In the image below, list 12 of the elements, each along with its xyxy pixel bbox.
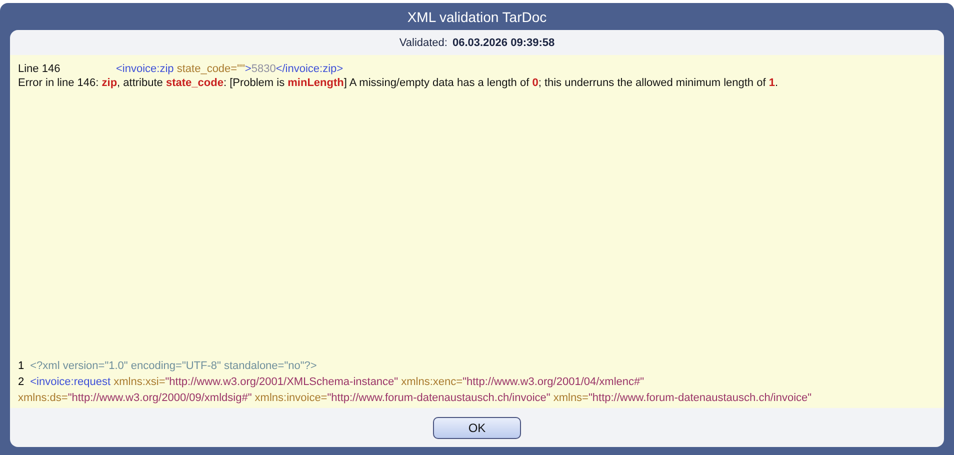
- validated-timestamp: 06.03.2026 09:39:58: [452, 36, 555, 48]
- source-line: <invoice:request xmlns:xsi="http://www.w3.org/2001/XMLSchema-instance" xmlns:xenc="http://www.w3.org/2001/04/xmlenc#": [30, 376, 644, 388]
- source-line: <?xml version="1.0" encoding="UTF-8" standalone="no"?>: [30, 360, 317, 372]
- line-number: 2: [18, 376, 24, 388]
- source-line: xmlns:ds="http://www.w3.org/2000/09/xmldsig#" xmlns:invoice="http://www.forum-datenaustausch.ch/invoice" xmlns="http://www.forum-datenaustausch.ch/invoice": [18, 392, 812, 404]
- window-title: XML validation TarDoc: [407, 8, 547, 24]
- xml-snippet: <invoice:zip state_code="">5830</invoice:zip>: [116, 62, 344, 76]
- validated-label: Validated:: [399, 36, 448, 48]
- ok-button[interactable]: OK: [433, 416, 521, 438]
- line-label: Line 146: [18, 62, 62, 76]
- line-number: 1: [18, 360, 24, 372]
- error-message: Error in line 146: zip, attribute state_code: [Problem is minLength] A missing/empty data has a length of 0; this underruns the allowed minimum length of 1.: [18, 76, 780, 91]
